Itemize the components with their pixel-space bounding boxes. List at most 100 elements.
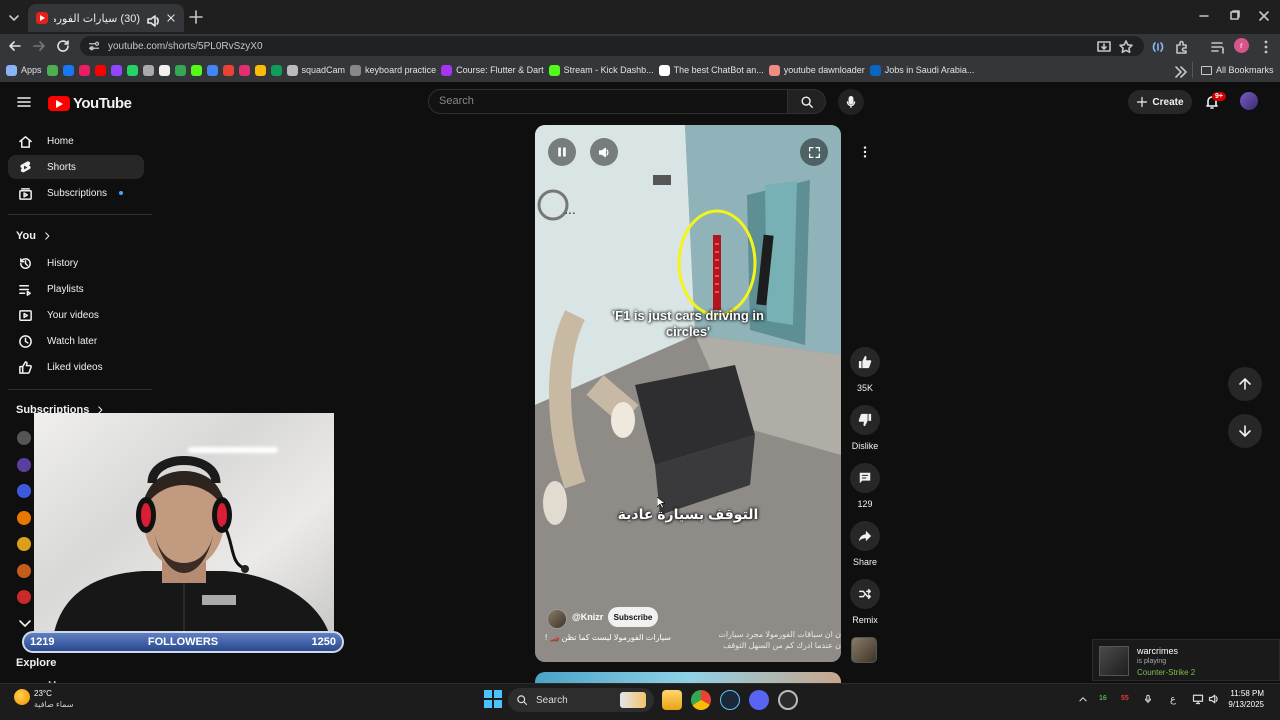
close-window-icon[interactable] <box>1256 8 1272 24</box>
reload-icon[interactable] <box>55 38 71 54</box>
bookmark-item[interactable]: Apps <box>6 64 42 76</box>
bookmark-item[interactable] <box>78 64 90 76</box>
bookmark-item[interactable]: The best ChatBot an... <box>658 64 764 76</box>
network-icon[interactable] <box>1192 693 1204 705</box>
tab-search-icon[interactable] <box>6 10 22 26</box>
sidebar-item-shorts[interactable]: Shorts <box>8 155 144 179</box>
steam-icon[interactable] <box>720 690 740 710</box>
sidebar-item-history[interactable]: History <box>8 251 144 275</box>
speaker-icon[interactable] <box>1208 693 1220 705</box>
dislike-button[interactable] <box>850 405 880 435</box>
more-options-button[interactable] <box>850 137 880 167</box>
comments-button[interactable] <box>850 463 880 493</box>
clock-date[interactable]: 9/13/2025 <box>1224 700 1264 709</box>
short-video-player[interactable]: ▪ ▪ ▪ 'F1 is just cars driving in circle… <box>535 125 841 662</box>
share-button[interactable] <box>850 521 880 551</box>
bookmark-item[interactable] <box>174 64 186 76</box>
hamburger-menu-icon[interactable] <box>16 94 32 110</box>
bookmark-item[interactable]: squadCam <box>286 64 345 76</box>
audio-playing-icon[interactable] <box>146 13 159 27</box>
subscription-channel-avatar[interactable] <box>17 537 31 551</box>
dislike-action[interactable]: Dislike <box>850 405 880 451</box>
minimize-icon[interactable] <box>1196 8 1212 24</box>
bookmark-item[interactable]: Jobs in Saudi Arabia... <box>869 64 974 76</box>
browser-tab[interactable]: (30) سيارات الفورمولا ليست <box>28 4 184 32</box>
bookmark-item[interactable]: Course: Flutter & Dart <box>441 64 544 76</box>
show-more-chevron-icon[interactable] <box>17 615 31 629</box>
bookmark-item[interactable] <box>62 64 74 76</box>
forward-icon[interactable] <box>31 38 47 54</box>
create-button[interactable]: Create <box>1128 90 1192 114</box>
extensions-puzzle-icon[interactable] <box>1174 39 1188 54</box>
game-activity-notification[interactable]: warcrimes is playing Counter-Strike 2 <box>1092 639 1280 681</box>
remix-action[interactable]: Remix <box>850 579 880 625</box>
sidebar-item-liked-videos[interactable]: Liked videos <box>8 355 144 379</box>
weather-sun-icon[interactable] <box>14 689 30 705</box>
profile-avatar[interactable]: r <box>1234 38 1249 53</box>
more-bookmarks-icon[interactable] <box>1172 64 1187 78</box>
bookmark-item[interactable] <box>142 64 154 76</box>
search-input[interactable]: Search <box>428 89 788 114</box>
extension-icon[interactable] <box>1150 39 1164 53</box>
bookmark-item[interactable] <box>126 64 138 76</box>
bookmark-item[interactable] <box>158 64 170 76</box>
share-action[interactable]: Share <box>850 521 880 567</box>
bookmark-item[interactable] <box>206 64 218 76</box>
discord-icon[interactable] <box>749 690 769 710</box>
back-icon[interactable] <box>7 38 23 54</box>
previous-short-button[interactable] <box>1228 367 1262 401</box>
remix-button[interactable] <box>850 579 880 609</box>
search-button[interactable] <box>788 89 826 114</box>
new-tab-icon[interactable] <box>188 9 203 24</box>
restore-icon[interactable] <box>1226 8 1242 24</box>
bookmark-item[interactable] <box>46 64 58 76</box>
bookmark-item[interactable] <box>190 64 202 76</box>
bookmark-star-icon[interactable] <box>1118 39 1133 54</box>
bookmark-item[interactable] <box>270 64 282 76</box>
volume-button[interactable] <box>590 138 618 166</box>
next-short-button[interactable] <box>1228 414 1262 448</box>
taskbar-search-box[interactable]: Search <box>508 688 654 712</box>
sidebar-item-subscriptions[interactable]: Subscriptions <box>8 181 144 205</box>
bookmark-item[interactable] <box>222 64 234 76</box>
account-avatar[interactable] <box>1240 92 1258 110</box>
input-language[interactable]: ع <box>1170 694 1176 705</box>
tray-chevron-up-icon[interactable] <box>1078 694 1088 704</box>
fullscreen-button[interactable] <box>800 138 828 166</box>
bookmark-item[interactable] <box>238 64 250 76</box>
subscribe-button[interactable]: Subscribe <box>608 607 658 627</box>
subscription-channel-avatar[interactable] <box>17 563 31 578</box>
sidebar-item-home[interactable]: Home <box>8 129 144 153</box>
clock-time[interactable]: 11:58 PM <box>1224 689 1264 698</box>
close-tab-icon[interactable] <box>166 13 176 23</box>
subscription-channel-avatar[interactable] <box>17 510 31 525</box>
voice-search-button[interactable] <box>838 89 864 115</box>
subscription-channel-avatar[interactable] <box>17 590 31 604</box>
pause-button[interactable] <box>548 138 576 166</box>
bookmark-item[interactable]: keyboard practice <box>350 64 436 76</box>
file-explorer-icon[interactable] <box>662 690 682 710</box>
channel-handle[interactable]: @Knizr <box>572 612 603 622</box>
channel-avatar[interactable] <box>547 609 567 629</box>
subscription-channel-avatar[interactable] <box>17 484 31 498</box>
subscription-channel-avatar[interactable] <box>17 457 31 472</box>
sidebar-item-watch-later[interactable]: Watch later <box>8 329 144 353</box>
all-bookmarks[interactable]: All Bookmarks <box>1192 62 1274 78</box>
bookmark-item[interactable] <box>110 64 122 76</box>
windows-start-icon[interactable] <box>484 690 502 708</box>
tray-mic-icon[interactable] <box>1143 693 1153 705</box>
like-button[interactable] <box>850 347 880 377</box>
chrome-icon[interactable] <box>691 690 711 710</box>
subscription-channel-avatar[interactable] <box>17 431 31 445</box>
bookmark-item[interactable]: Stream - Kick Dashb... <box>548 64 654 76</box>
sidebar-item-your-videos[interactable]: Your videos <box>8 303 144 327</box>
site-info-icon[interactable] <box>88 40 100 52</box>
install-app-icon[interactable] <box>1096 39 1111 53</box>
short-title[interactable]: سيارات الفورمولا ليست كما تظن 🏎️ ! <box>545 633 695 642</box>
bookmark-item[interactable]: youtube dawnloader <box>768 64 865 76</box>
bookmark-item[interactable] <box>254 64 266 76</box>
sidebar-item-playlists[interactable]: Playlists <box>8 277 144 301</box>
address-bar[interactable]: youtube.com/shorts/5PL0RvSzyX0 <box>80 36 1144 56</box>
youtube-logo[interactable]: YouTube <box>48 95 132 112</box>
media-controls-icon[interactable] <box>1210 39 1224 54</box>
